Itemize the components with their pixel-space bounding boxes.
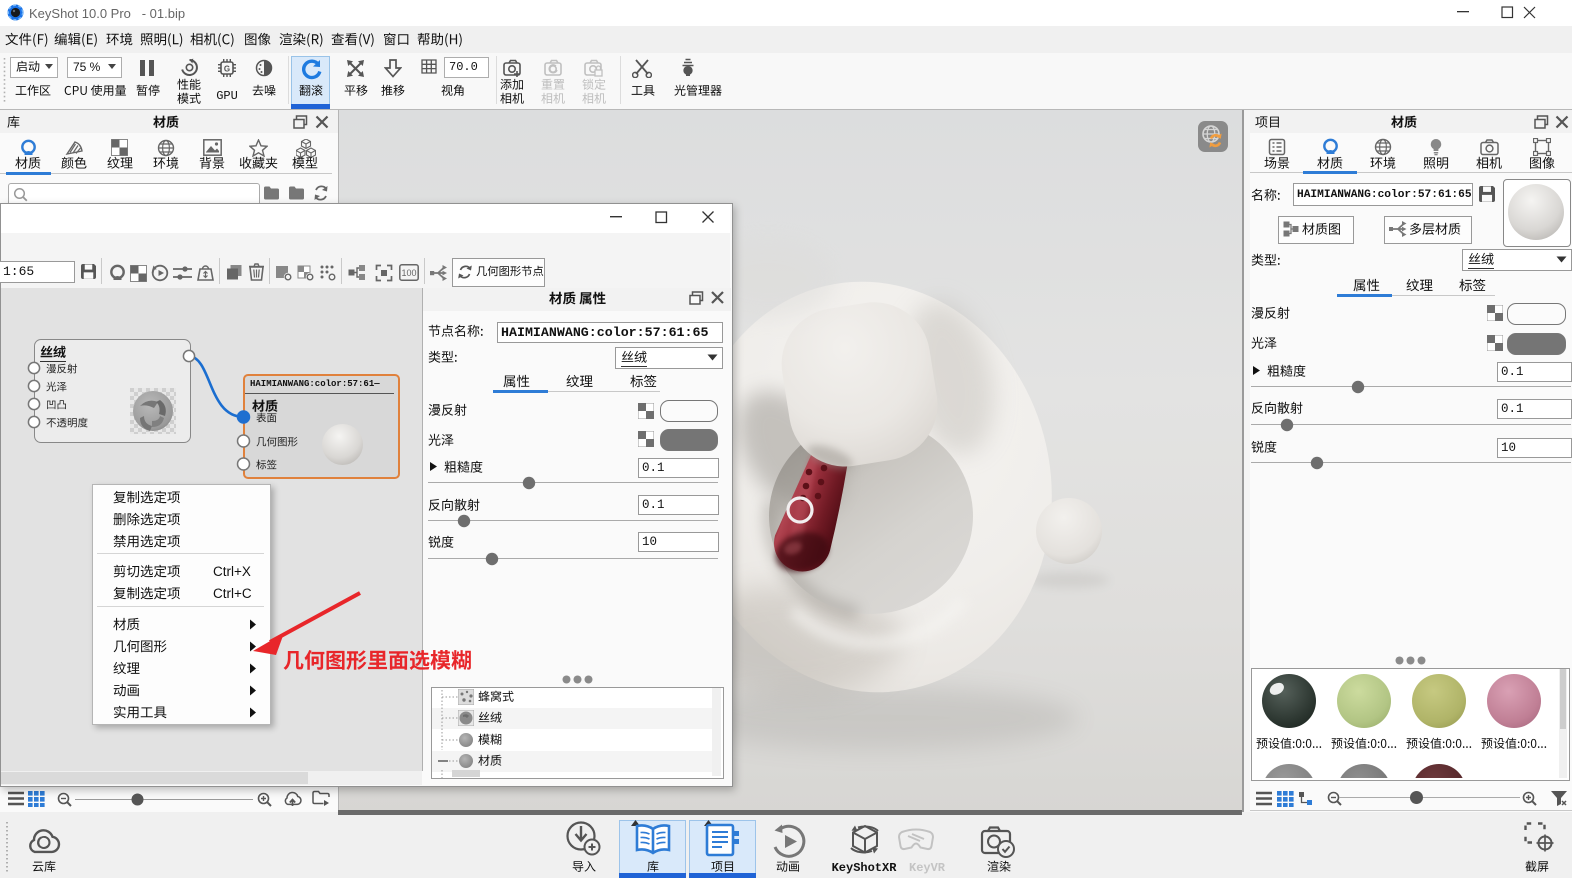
svg-text:100: 100 <box>401 268 416 278</box>
svg-text:G: G <box>224 65 230 74</box>
